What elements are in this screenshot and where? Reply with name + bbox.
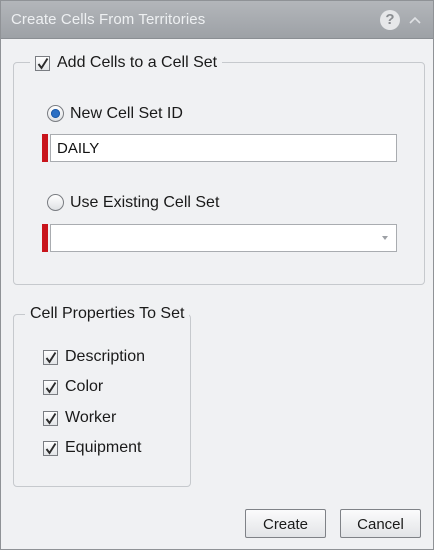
chevron-down-icon <box>382 236 388 240</box>
description-checkbox[interactable] <box>43 349 58 365</box>
cell-properties-title: Cell Properties To Set <box>30 305 185 322</box>
property-description[interactable]: Description <box>43 348 145 366</box>
property-worker[interactable]: Worker <box>43 409 116 427</box>
description-label: Description <box>65 348 146 365</box>
add-cells-legend[interactable]: Add Cells to a Cell Set <box>30 53 223 73</box>
cell-properties-group <box>13 314 191 487</box>
window-title: Create Cells From Territories <box>11 11 206 28</box>
new-cell-set-label: New Cell Set ID <box>70 105 183 122</box>
color-label: Color <box>65 378 104 395</box>
required-marker <box>42 224 48 252</box>
equipment-checkbox[interactable] <box>43 440 58 456</box>
new-cell-set-id-input[interactable] <box>50 134 397 162</box>
use-existing-cell-set-label: Use Existing Cell Set <box>70 194 220 211</box>
use-existing-cell-set-radio[interactable] <box>47 194 64 211</box>
cell-properties-legend: Cell Properties To Set <box>25 304 190 324</box>
property-equipment[interactable]: Equipment <box>43 439 142 457</box>
add-cells-checkbox[interactable] <box>35 55 50 71</box>
create-cells-dialog: Create Cells From Territories ? Add Cell… <box>0 0 434 550</box>
title-bar: Create Cells From Territories ? <box>1 1 433 39</box>
required-marker <box>42 134 48 162</box>
property-color[interactable]: Color <box>43 378 103 396</box>
existing-cell-set-dropdown[interactable] <box>50 224 397 252</box>
equipment-label: Equipment <box>65 439 142 456</box>
help-icon[interactable]: ? <box>380 10 400 30</box>
cancel-button[interactable]: Cancel <box>340 509 421 538</box>
add-cells-label: Add Cells to a Cell Set <box>57 54 218 71</box>
worker-label: Worker <box>65 409 117 426</box>
chevron-up-icon[interactable] <box>406 11 424 29</box>
new-cell-set-radio[interactable] <box>47 105 64 122</box>
create-button[interactable]: Create <box>245 509 326 538</box>
color-checkbox[interactable] <box>43 379 58 395</box>
worker-checkbox[interactable] <box>43 410 58 426</box>
